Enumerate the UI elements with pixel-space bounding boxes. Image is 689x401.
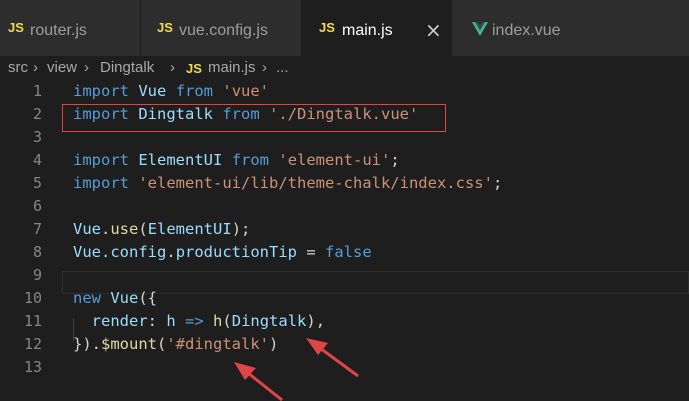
arrow-icon [306,338,359,378]
arrow-icon [234,362,283,401]
annotation-arrows [234,338,359,401]
